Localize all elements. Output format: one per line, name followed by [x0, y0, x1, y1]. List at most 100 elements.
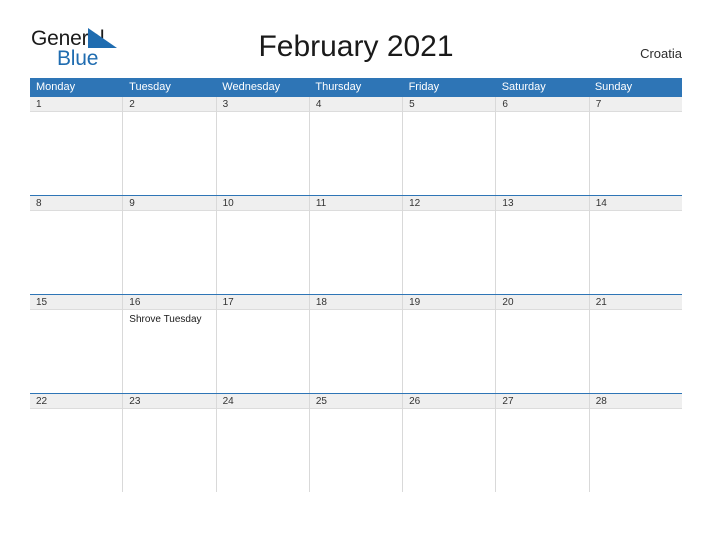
day-number: 4: [315, 99, 322, 110]
day-band: [496, 97, 589, 112]
weekday-header-saturday: Saturday: [501, 81, 546, 93]
day-events: [496, 409, 588, 412]
day-events: [403, 211, 495, 214]
day-events: Shrove Tuesday: [123, 310, 215, 326]
calendar-page: General Blue February 2021 Croatia Monda…: [0, 0, 712, 550]
day-cell[interactable]: 28: [589, 394, 682, 492]
day-events: [30, 112, 122, 115]
day-events: [30, 310, 122, 313]
day-cell[interactable]: 12: [403, 196, 497, 294]
day-events: [496, 112, 588, 115]
day-number: 26: [409, 396, 421, 407]
day-cell[interactable]: 5: [403, 97, 497, 195]
day-number: 10: [222, 198, 234, 209]
day-events: [310, 112, 402, 115]
day-events: [403, 310, 495, 313]
day-cell[interactable]: 3: [216, 97, 310, 195]
weekday-header-row: Monday Tuesday Wednesday Thursday Friday…: [30, 78, 682, 96]
day-number: 9: [129, 198, 135, 209]
day-number: 23: [129, 396, 141, 407]
day-cell[interactable]: 16 Shrove Tuesday: [123, 295, 217, 393]
day-band: [216, 97, 309, 112]
day-number: 19: [409, 297, 421, 308]
week-row: 22 23 24 25 26 27 28: [30, 393, 682, 492]
day-events: [30, 409, 122, 412]
day-cell[interactable]: 15: [30, 295, 124, 393]
country-label: Croatia: [640, 46, 682, 61]
day-band: [403, 97, 496, 112]
weekday-header-tuesday: Tuesday: [129, 81, 171, 93]
day-cell[interactable]: 7: [589, 97, 682, 195]
day-cell[interactable]: 14: [589, 196, 682, 294]
day-events: [217, 409, 309, 412]
day-number: 16: [129, 297, 141, 308]
day-events: [30, 211, 122, 214]
day-events: [123, 112, 215, 115]
day-events: [123, 409, 215, 412]
day-number: 5: [409, 99, 415, 110]
day-cell[interactable]: 11: [309, 196, 404, 294]
day-number: 21: [595, 297, 607, 308]
day-cell[interactable]: 19: [403, 295, 497, 393]
day-events: [217, 112, 309, 115]
day-cell[interactable]: 10: [216, 196, 310, 294]
day-number: 24: [222, 396, 234, 407]
day-number: 1: [36, 99, 42, 110]
day-number: 3: [222, 99, 229, 110]
day-number: 2: [129, 99, 135, 110]
day-cell[interactable]: 25: [309, 394, 404, 492]
day-band: [30, 196, 123, 211]
week-row: 15 16 Shrove Tuesday 17 18 19 20 21: [30, 294, 682, 393]
day-cell[interactable]: 13: [496, 196, 590, 294]
day-events: [496, 211, 588, 214]
day-number: 27: [502, 396, 514, 407]
day-cell[interactable]: 26: [403, 394, 497, 492]
day-events: [590, 409, 682, 412]
day-cell[interactable]: 27: [496, 394, 590, 492]
day-events: [123, 211, 215, 214]
calendar-grid: Monday Tuesday Wednesday Thursday Friday…: [30, 78, 682, 492]
day-number: 17: [222, 297, 234, 308]
day-number: 25: [315, 396, 327, 407]
day-number: 8: [36, 198, 42, 209]
weekday-header-friday: Friday: [408, 81, 440, 93]
day-number: 12: [409, 198, 421, 209]
day-number: 22: [36, 396, 48, 407]
weekday-header-sunday: Sunday: [594, 81, 633, 93]
day-number: 7: [595, 99, 602, 110]
day-cell[interactable]: 22: [30, 394, 124, 492]
day-band: [123, 97, 216, 112]
day-events: [310, 409, 402, 412]
day-band: [309, 97, 403, 112]
day-cell[interactable]: 6: [496, 97, 590, 195]
day-band: [589, 97, 682, 112]
day-cell[interactable]: 9: [123, 196, 217, 294]
day-band: [30, 97, 123, 112]
weekday-header-thursday: Thursday: [315, 81, 362, 93]
day-cell[interactable]: 4: [309, 97, 404, 195]
page-title: February 2021: [258, 30, 454, 63]
day-band: [123, 196, 216, 211]
day-number: 14: [595, 198, 607, 209]
day-events: [590, 211, 682, 214]
day-number: 11: [315, 198, 327, 209]
day-cell[interactable]: 23: [123, 394, 217, 492]
day-number: 28: [595, 396, 607, 407]
day-cell[interactable]: 18: [309, 295, 404, 393]
day-cell[interactable]: 8: [30, 196, 124, 294]
day-cell[interactable]: 17: [216, 295, 310, 393]
day-events: [217, 310, 309, 313]
page-header: General Blue February 2021 Croatia: [0, 0, 712, 78]
day-events: [403, 112, 495, 115]
day-cell[interactable]: 21: [589, 295, 682, 393]
day-events: [310, 211, 402, 214]
day-number: 20: [502, 297, 514, 308]
day-events: [496, 310, 588, 313]
day-events: [217, 211, 309, 214]
day-cell[interactable]: 2: [123, 97, 217, 195]
day-cell[interactable]: 1: [30, 97, 124, 195]
day-cell[interactable]: 24: [216, 394, 310, 492]
day-cell[interactable]: 20: [496, 295, 590, 393]
day-events: [590, 112, 682, 115]
day-number: 15: [36, 297, 48, 308]
